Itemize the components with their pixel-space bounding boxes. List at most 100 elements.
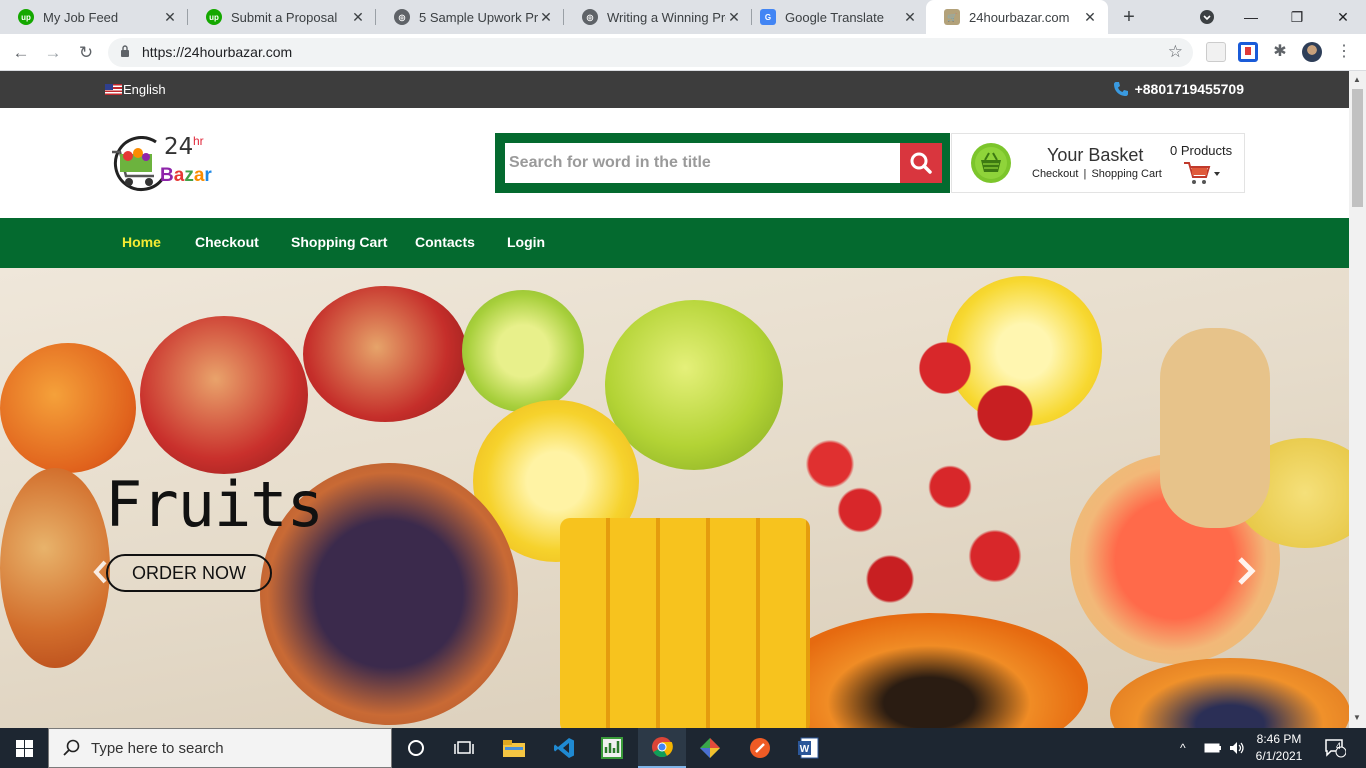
- basket-product-count: 0 Products: [1170, 143, 1233, 158]
- close-icon[interactable]: ✕: [162, 9, 178, 26]
- logo-word: Bazar: [160, 165, 212, 186]
- site-logo[interactable]: 24 hr Bazar: [108, 134, 218, 196]
- chart-app-icon[interactable]: [588, 728, 636, 768]
- word-icon[interactable]: W: [784, 728, 832, 768]
- cart-clock-logo-icon: [112, 136, 165, 192]
- tab-title: Writing a Winning Pro: [607, 9, 726, 25]
- browser-tab-sample-proposals[interactable]: ◎ 5 Sample Upwork Prop ✕: [376, 0, 564, 34]
- start-button[interactable]: [0, 728, 48, 768]
- system-clock[interactable]: 8:46 PM 6/1/2021: [1248, 731, 1310, 765]
- main-navigation: Home Checkout Shopping Cart Contacts Log…: [0, 218, 1349, 268]
- nav-checkout[interactable]: Checkout: [195, 234, 259, 250]
- translate-icon: G: [760, 9, 776, 25]
- language-selector[interactable]: English: [105, 82, 166, 97]
- basket-widget: Your Basket Checkout | Shopping Cart 0 P…: [951, 133, 1245, 193]
- lock-icon: [121, 45, 129, 57]
- hero-slider: Fruits ORDER NOW: [0, 268, 1349, 728]
- profile-avatar[interactable]: [1302, 42, 1322, 62]
- phone-label: +8801719455709: [1134, 81, 1244, 97]
- slider-prev-icon[interactable]: [92, 560, 108, 584]
- nav-home[interactable]: Home: [122, 234, 161, 250]
- site-header: 24 hr Bazar Your Basket Checkout | Shopp…: [0, 108, 1349, 218]
- close-icon[interactable]: ✕: [1082, 9, 1098, 26]
- close-icon[interactable]: ✕: [902, 9, 918, 26]
- browser-tab-winning-proposal[interactable]: ◎ Writing a Winning Pro ✕: [564, 0, 752, 34]
- hero-heading: Fruits: [105, 468, 324, 541]
- browser-tab-google-translate[interactable]: G Google Translate ✕: [742, 0, 928, 34]
- browser-tab-strip: up My Job Feed ✕ up Submit a Proposal ✕ …: [0, 0, 1366, 34]
- basket-link-separator: |: [1083, 168, 1087, 180]
- taskbar-search-label: Type here to search: [91, 739, 224, 757]
- tab-title: 5 Sample Upwork Prop: [419, 9, 538, 25]
- us-flag-icon: [105, 84, 122, 95]
- scroll-up-icon[interactable]: ▲: [1353, 75, 1361, 84]
- globe-icon: ◎: [582, 9, 598, 25]
- task-view-icon[interactable]: [440, 728, 488, 768]
- bookmark-star-icon[interactable]: ☆: [1168, 42, 1183, 62]
- nav-login[interactable]: Login: [507, 234, 545, 250]
- site-icon: 🛒: [944, 9, 960, 25]
- git-gui-icon[interactable]: [686, 728, 734, 768]
- close-icon[interactable]: ✕: [538, 9, 554, 26]
- basket-shopping-cart-link[interactable]: Shopping Cart: [1091, 168, 1161, 180]
- browser-tab-my-job-feed[interactable]: up My Job Feed ✕: [0, 0, 188, 34]
- search-button[interactable]: [900, 143, 942, 183]
- cart-dropdown-icon[interactable]: [1182, 160, 1222, 188]
- windows-logo-icon: [15, 739, 33, 757]
- menu-kebab-icon[interactable]: ⋮: [1334, 42, 1354, 62]
- webpage: English +8801719455709 24 hr Bazar Searc…: [0, 71, 1349, 728]
- windows-taskbar: Type here to search W ^ 8:46 PM 6/1/2021…: [0, 728, 1366, 768]
- browser-tab-24hourbazar[interactable]: 🛒 24hourbazar.com ✕: [926, 0, 1108, 34]
- file-explorer-icon[interactable]: [490, 728, 538, 768]
- back-icon[interactable]: ←: [8, 40, 34, 66]
- browser-tab-submit-proposal[interactable]: up Submit a Proposal ✕: [188, 0, 376, 34]
- extensions-puzzle-icon[interactable]: ✱: [1270, 42, 1290, 62]
- search-input[interactable]: [505, 143, 900, 183]
- battery-icon[interactable]: [1204, 728, 1222, 768]
- logo-number: 24: [164, 134, 194, 160]
- restore-button[interactable]: ❐: [1274, 0, 1320, 34]
- nav-shopping-cart[interactable]: Shopping Cart: [291, 234, 387, 250]
- basket-icon[interactable]: [970, 142, 1012, 184]
- upwork-icon: up: [206, 9, 222, 25]
- chrome-icon[interactable]: [638, 728, 686, 768]
- page-scrollbar[interactable]: ▲ ▼: [1349, 71, 1366, 728]
- svg-text:W: W: [800, 744, 810, 755]
- taskbar-search-box[interactable]: Type here to search: [48, 728, 392, 768]
- globe-icon: ◎: [394, 9, 410, 25]
- vscode-icon[interactable]: [540, 728, 588, 768]
- upwork-icon: up: [18, 9, 34, 25]
- tab-title: My Job Feed: [43, 9, 119, 25]
- order-now-button[interactable]: ORDER NOW: [106, 554, 272, 592]
- notification-count: 4: [1336, 741, 1342, 751]
- volume-icon[interactable]: [1228, 728, 1246, 768]
- phone-icon: [1113, 82, 1128, 96]
- show-hidden-icons[interactable]: ^: [1180, 728, 1186, 768]
- scroll-down-icon[interactable]: ▼: [1353, 713, 1361, 722]
- postman-icon[interactable]: [736, 728, 784, 768]
- top-info-bar: English +8801719455709: [0, 71, 1349, 108]
- extension-icon[interactable]: [1238, 42, 1258, 62]
- search-icon: [910, 152, 932, 174]
- scrollbar-thumb[interactable]: [1352, 89, 1363, 207]
- tab-title: Submit a Proposal: [231, 9, 338, 25]
- new-tab-button[interactable]: +: [1116, 4, 1142, 30]
- reload-icon[interactable]: ↻: [73, 40, 99, 66]
- close-icon[interactable]: ✕: [350, 9, 366, 26]
- clock-time: 8:46 PM: [1256, 732, 1302, 746]
- close-window-button[interactable]: ✕: [1320, 0, 1366, 34]
- address-bar[interactable]: https://24hourbazar.com ☆: [108, 38, 1193, 67]
- cortana-icon[interactable]: [392, 728, 440, 768]
- clock-date: 6/1/2021: [1255, 749, 1303, 763]
- extension-icon[interactable]: [1206, 42, 1226, 62]
- tab-search-icon[interactable]: [1184, 0, 1230, 34]
- basket-checkout-link[interactable]: Checkout: [1032, 168, 1078, 180]
- close-icon[interactable]: ✕: [726, 9, 742, 26]
- phone-number[interactable]: +8801719455709: [1113, 81, 1244, 97]
- minimize-button[interactable]: —: [1228, 0, 1274, 34]
- action-center-icon[interactable]: 4: [1324, 728, 1346, 768]
- forward-icon[interactable]: →: [40, 40, 66, 66]
- nav-contacts[interactable]: Contacts: [415, 234, 475, 250]
- slider-next-icon[interactable]: [1234, 556, 1258, 586]
- browser-toolbar: ← → ↻ https://24hourbazar.com ☆ ✱ ⋮: [0, 34, 1366, 71]
